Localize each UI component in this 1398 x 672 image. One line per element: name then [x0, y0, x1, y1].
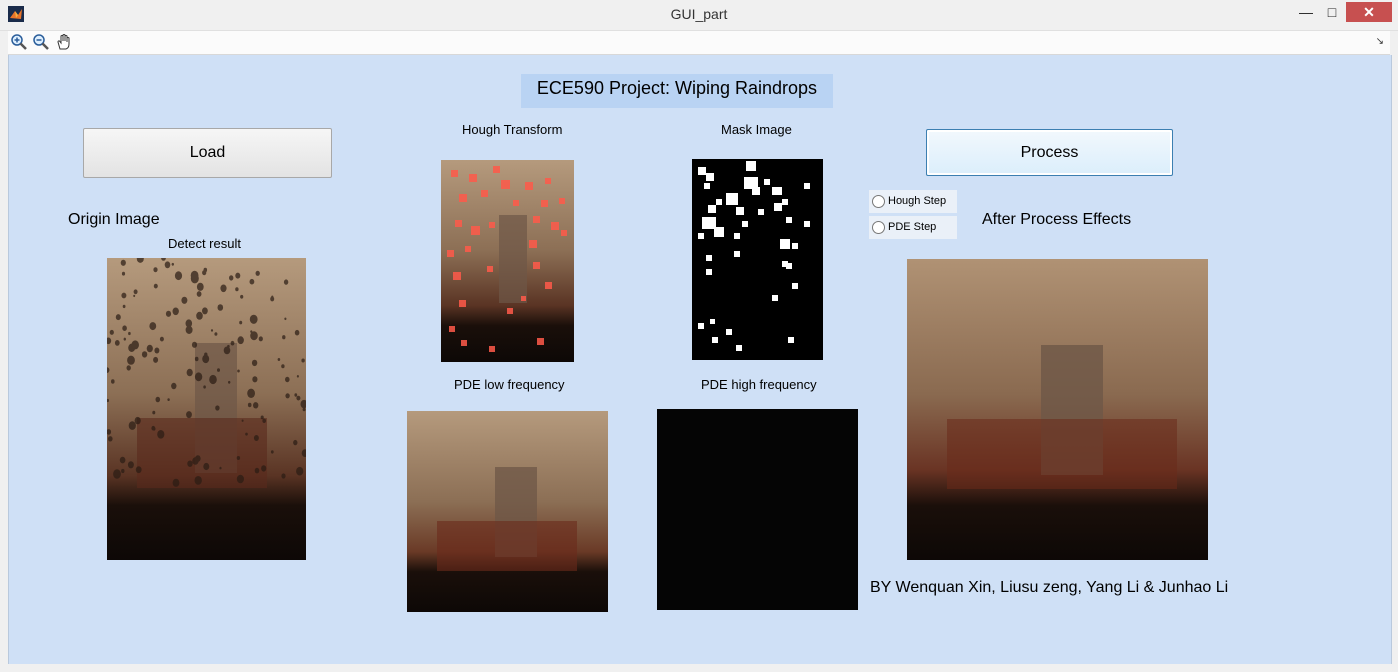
after-process-label: After Process Effects [982, 211, 1132, 228]
minimize-button[interactable]: — [1294, 2, 1318, 24]
radio-circle[interactable] [872, 221, 885, 234]
radio-label: Hough Step [888, 195, 947, 207]
pde-low-frequency-image [407, 411, 608, 612]
toolbar-overflow-icon[interactable]: ↘ [1376, 36, 1384, 47]
mask-image-label: Mask Image [721, 122, 792, 137]
pde-high-frequency-label: PDE high frequency [701, 377, 817, 392]
pan-hand-icon[interactable] [55, 33, 73, 51]
hough-step-radio[interactable]: Hough Step [869, 190, 957, 213]
window-bottom-border [0, 664, 1398, 672]
pde-high-frequency-image [657, 409, 858, 610]
origin-image [107, 258, 306, 560]
after-process-image [907, 259, 1208, 560]
close-button[interactable]: ✕ [1346, 2, 1392, 22]
pde-low-frequency-label: PDE low frequency [454, 377, 565, 392]
pde-step-radio[interactable]: PDE Step [869, 216, 957, 239]
mask-image [692, 159, 823, 360]
title-bar: GUI_part — □ ✕ [0, 0, 1398, 31]
maximize-button[interactable]: □ [1320, 2, 1344, 24]
zoom-out-icon[interactable] [32, 33, 50, 51]
process-button[interactable]: Process [926, 129, 1173, 176]
radio-circle[interactable] [872, 195, 885, 208]
credits-text: BY Wenquan Xin, Liusu zeng, Yang Li & Ju… [870, 579, 1229, 596]
hough-transform-label: Hough Transform [462, 122, 563, 137]
zoom-in-icon[interactable] [10, 33, 28, 51]
detect-result-label: Detect result [168, 236, 241, 251]
window-title: GUI_part [670, 6, 728, 22]
project-title: ECE590 Project: Wiping Raindrops [521, 74, 833, 108]
radio-label: PDE Step [888, 221, 937, 233]
origin-image-label: Origin Image [68, 211, 160, 228]
figure-toolbar: ↘ [8, 31, 1390, 55]
load-button[interactable]: Load [83, 128, 332, 178]
hough-transform-image [441, 160, 574, 362]
